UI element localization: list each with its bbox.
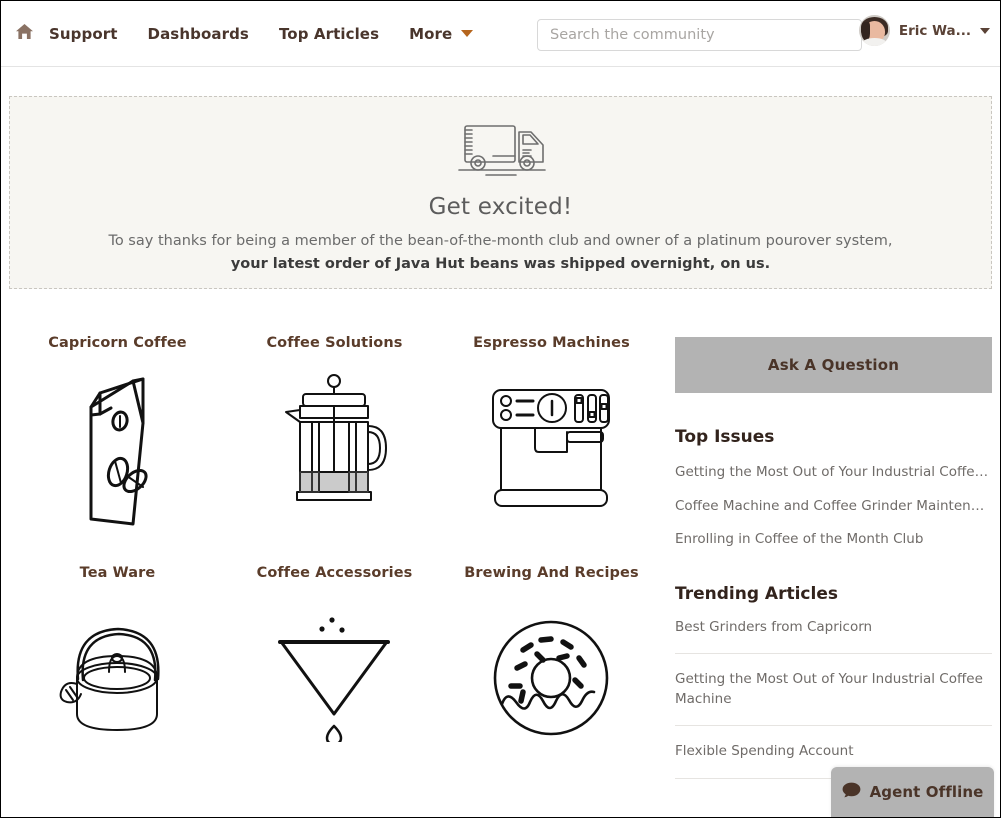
- primary-nav: Support Dashboards Top Articles More: [49, 25, 503, 43]
- list-item[interactable]: Coffee Machine and Coffee Grinder Mainte…: [675, 497, 992, 517]
- nav-label: Dashboards: [147, 24, 249, 43]
- nav-label: Support: [49, 24, 118, 43]
- category-capricorn-coffee[interactable]: Capricorn Coffee: [9, 335, 226, 547]
- trending-articles-list: Best Grinders from Capricorn Getting the…: [675, 618, 992, 779]
- chat-bubble-icon: [842, 782, 861, 802]
- nav-label: Top Articles: [278, 24, 380, 43]
- french-press-icon: [278, 373, 390, 523]
- category-title: Capricorn Coffee: [48, 335, 187, 351]
- list-item[interactable]: Getting the Most Out of Your Industrial …: [675, 463, 992, 483]
- category-coffee-solutions[interactable]: Coffee Solutions: [226, 335, 443, 547]
- category-title: Coffee Solutions: [266, 335, 403, 351]
- list-item[interactable]: Enrolling in Coffee of the Month Club: [675, 530, 992, 550]
- nav-item-more[interactable]: More: [409, 24, 474, 43]
- promo-banner: Get excited! To say thanks for being a m…: [9, 96, 992, 289]
- chevron-down-icon: [980, 27, 990, 34]
- trending-articles-heading: Trending Articles: [675, 583, 838, 604]
- top-issues-heading: Top Issues: [675, 427, 775, 447]
- main-content: Capricorn Coffee Coffee Solutions Espres…: [1, 289, 1000, 795]
- donut-icon: [491, 603, 611, 753]
- list-item[interactable]: Best Grinders from Capricorn: [675, 618, 992, 655]
- category-title: Tea Ware: [79, 564, 156, 581]
- category-grid: Capricorn Coffee Coffee Solutions Espres…: [9, 335, 660, 795]
- category-coffee-accessories[interactable]: Coffee Accessories: [226, 565, 443, 777]
- avatar: [858, 15, 890, 46]
- search-input[interactable]: [537, 19, 862, 51]
- category-espresso-machines[interactable]: Espresso Machines: [443, 335, 660, 547]
- site-header: Support Dashboards Top Articles More Eri…: [1, 1, 1000, 67]
- nav-item-top-articles[interactable]: Top Articles: [279, 25, 379, 43]
- chat-widget-button[interactable]: Agent Offline: [831, 767, 994, 817]
- delivery-truck-icon: [453, 118, 549, 184]
- nav-item-support[interactable]: Support: [49, 25, 118, 43]
- home-link[interactable]: [7, 17, 41, 51]
- banner-highlight: your latest order of Java Hut beans was …: [230, 255, 771, 272]
- search-container: [537, 19, 862, 51]
- chevron-down-icon: [461, 30, 474, 37]
- pourover-dripper-icon: [272, 603, 396, 753]
- category-title: Espresso Machines: [473, 335, 630, 351]
- list-item[interactable]: Getting the Most Out of Your Industrial …: [675, 670, 992, 727]
- category-tea-ware[interactable]: Tea Ware: [9, 565, 226, 777]
- sidebar: Ask A Question Top Issues Getting the Mo…: [675, 335, 992, 795]
- tea-kettle-icon: [55, 603, 179, 753]
- category-brewing-and-recipes[interactable]: Brewing And Recipes: [443, 565, 660, 777]
- chat-widget-label: Agent Offline: [869, 783, 984, 801]
- nav-item-dashboards[interactable]: Dashboards: [148, 25, 249, 43]
- ask-a-question-button[interactable]: Ask A Question: [675, 337, 992, 393]
- top-issues-list: Getting the Most Out of Your Industrial …: [675, 463, 992, 550]
- user-name-label: Eric Wa...: [898, 22, 971, 39]
- espresso-machine-icon: [487, 373, 615, 523]
- nav-label: More: [409, 24, 453, 43]
- user-menu[interactable]: Eric Wa...: [858, 15, 990, 46]
- category-title: Coffee Accessories: [256, 564, 413, 581]
- banner-title: Get excited!: [428, 193, 573, 220]
- category-title: Brewing And Recipes: [464, 564, 639, 581]
- banner-subtitle: To say thanks for being a member of the …: [108, 232, 893, 249]
- home-icon: [15, 22, 34, 45]
- coffee-bag-icon: [65, 373, 169, 525]
